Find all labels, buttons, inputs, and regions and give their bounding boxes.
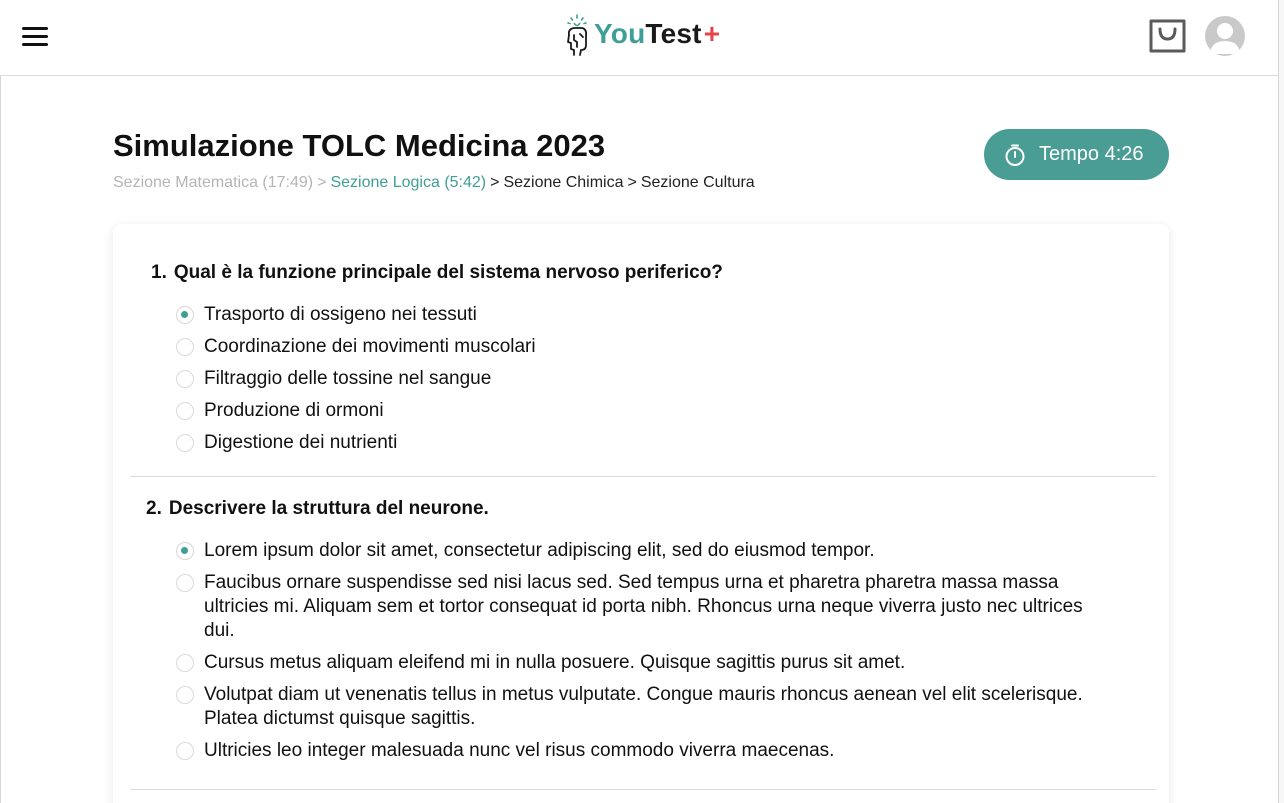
page-title: Simulazione TOLC Medicina 2023: [113, 128, 606, 163]
radio-button[interactable]: [176, 338, 194, 356]
breadcrumb-item-matematica[interactable]: Sezione Matematica (17:49): [113, 174, 313, 191]
answer-option[interactable]: Volutpat diam ut venenatis tellus in met…: [176, 683, 1084, 731]
answer-option[interactable]: Ultricies leo integer malesuada nunc vel…: [176, 739, 1104, 763]
question-number: 2.: [146, 498, 162, 519]
questions-card: 1. Qual è la funzione principale del sist…: [113, 224, 1169, 803]
logo-plus-text: +: [703, 18, 721, 49]
logo-test-text: Test: [645, 18, 702, 49]
breadcrumb-separator: >: [627, 174, 637, 191]
radio-button[interactable]: [176, 370, 194, 388]
option-text: Lorem ipsum dolor sit amet, consectetur …: [204, 540, 875, 561]
question-text: Descrivere la struttura del neurone.: [168, 498, 489, 519]
radio-button-selected[interactable]: [176, 306, 194, 324]
answer-option[interactable]: Faucibus ornare suspendisse sed nisi lac…: [176, 571, 1094, 643]
youtest-logo[interactable]: YouTest+: [562, 8, 720, 60]
radio-button[interactable]: [176, 686, 194, 704]
breadcrumb-separator: >: [317, 174, 327, 191]
question-number: 1.: [151, 262, 167, 283]
radio-button-selected[interactable]: [176, 542, 194, 560]
option-text: Cursus metus aliquam eleifend mi in null…: [204, 652, 906, 673]
answer-option[interactable]: Lorem ipsum dolor sit amet, consectetur …: [176, 539, 1104, 563]
left-border: [0, 76, 1, 803]
option-text: Faucibus ornare suspendisse sed nisi lac…: [204, 572, 1083, 641]
stopwatch-icon: [1005, 144, 1025, 166]
section-breadcrumb: Sezione Matematica (17:49) > Sezione Logic…: [113, 174, 755, 192]
top-bar: YouTest+: [0, 0, 1280, 76]
option-text: Digestione dei nutrienti: [204, 432, 398, 453]
logo-wordmark: YouTest+: [594, 18, 720, 50]
answer-option[interactable]: Filtraggio delle tossine nel sangue: [176, 367, 1104, 391]
answer-option[interactable]: Trasporto di ossigeno nei tessuti: [176, 303, 1104, 327]
hamburger-menu-icon[interactable]: [22, 27, 48, 47]
option-text: Produzione di ormoni: [204, 400, 384, 421]
breadcrumb-item-cultura: Sezione Cultura: [640, 174, 755, 191]
answer-option[interactable]: Cursus metus aliquam eleifend mi in null…: [176, 651, 1104, 675]
option-text: Trasporto di ossigeno nei tessuti: [204, 304, 477, 325]
timer-button[interactable]: Tempo 4:26: [984, 129, 1169, 180]
logo-you-text: You: [594, 18, 646, 49]
question-divider: [130, 789, 1156, 790]
radio-button[interactable]: [176, 654, 194, 672]
shopping-bag-icon[interactable]: [1148, 16, 1188, 56]
scrollbar[interactable]: [1278, 0, 1284, 803]
answer-option[interactable]: Coordinazione dei movimenti muscolari: [176, 335, 1104, 359]
breadcrumb-item-chimica: Sezione Chimica: [503, 174, 624, 191]
option-text: Ultricies leo integer malesuada nunc vel…: [204, 740, 835, 761]
timer-label: Tempo 4:26: [1039, 143, 1144, 165]
radio-button[interactable]: [176, 402, 194, 420]
radio-button[interactable]: [176, 742, 194, 760]
answer-option[interactable]: Digestione dei nutrienti: [176, 431, 1104, 455]
option-text: Filtraggio delle tossine nel sangue: [204, 368, 492, 389]
breadcrumb-separator: >: [490, 174, 500, 191]
radio-button[interactable]: [176, 434, 194, 452]
question-title: 1. Qual è la funzione principale del sist…: [151, 262, 723, 284]
option-text: Coordinazione dei movimenti muscolari: [204, 336, 536, 357]
radio-button[interactable]: [176, 574, 194, 592]
user-avatar-icon[interactable]: [1205, 16, 1245, 56]
option-text: Volutpat diam ut venenatis tellus in met…: [204, 684, 1083, 729]
breadcrumb-item-logica[interactable]: Sezione Logica (5:42): [330, 174, 486, 191]
answer-option[interactable]: Produzione di ormoni: [176, 399, 1104, 423]
question-divider: [130, 476, 1156, 477]
question-text: Qual è la funzione principale del sistem…: [173, 262, 723, 283]
question-title: 2. Descrivere la struttura del neurone.: [146, 498, 489, 520]
logo-head-icon: [567, 14, 588, 56]
